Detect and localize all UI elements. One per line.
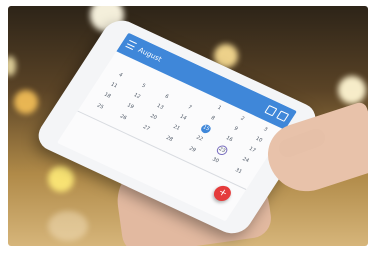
bokeh-light bbox=[14, 90, 38, 114]
smartphone: August 1 2 3 4 5 6 7 8 9 10 11 12 13 14 15 16 17 18 19 20 21… bbox=[31, 14, 323, 240]
app-actions bbox=[264, 104, 290, 122]
share-icon[interactable] bbox=[276, 110, 290, 122]
calendar-icon[interactable] bbox=[264, 104, 278, 117]
month-label[interactable]: August bbox=[137, 46, 164, 63]
bokeh-light bbox=[338, 76, 366, 104]
photo-frame: August 1 2 3 4 5 6 7 8 9 10 11 12 13 14 15 16 17 18 19 20 21… bbox=[8, 6, 368, 246]
phone-screen: August 1 2 3 4 5 6 7 8 9 10 11 12 13 14 15 16 17 18 19 20 21… bbox=[56, 32, 298, 222]
calendar-day[interactable]: 23 bbox=[214, 143, 230, 157]
calendar-day[interactable]: 15 bbox=[199, 123, 213, 135]
bokeh-light bbox=[48, 166, 74, 192]
add-event-button[interactable]: + bbox=[210, 183, 235, 204]
menu-icon[interactable] bbox=[125, 39, 137, 50]
bokeh-light bbox=[48, 211, 88, 241]
bokeh-light bbox=[8, 56, 16, 76]
